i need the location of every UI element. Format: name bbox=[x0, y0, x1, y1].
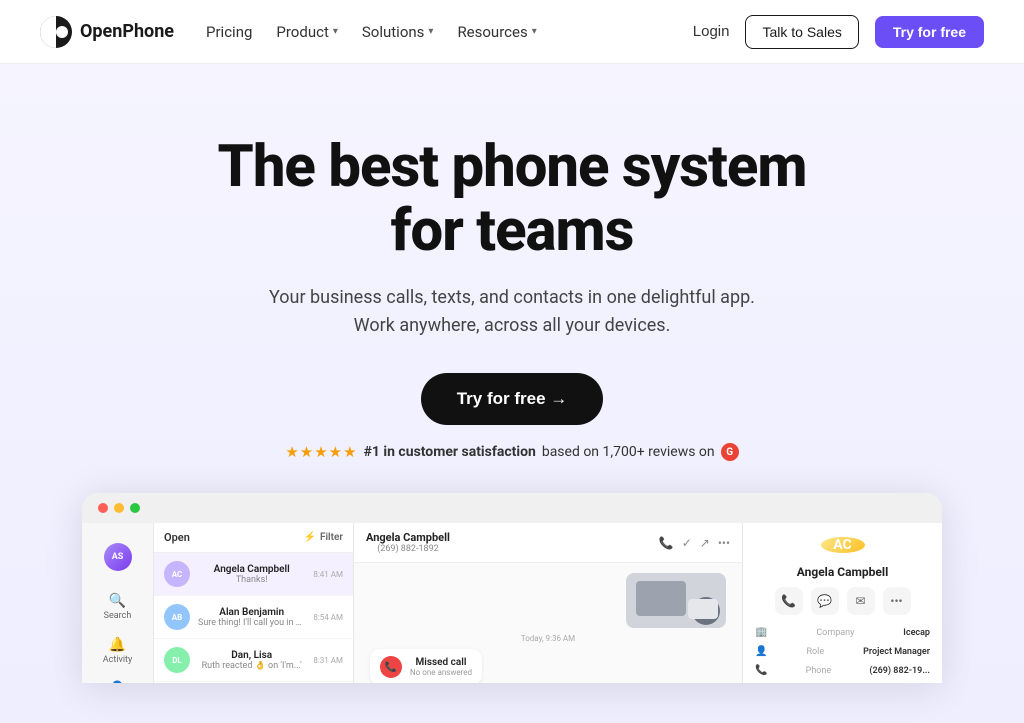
more-icon[interactable]: ••• bbox=[718, 536, 730, 550]
nav-link-resources[interactable]: Resources ▾ bbox=[457, 23, 536, 41]
building-icon: 🏢 bbox=[755, 627, 767, 638]
chat-contact-info: Angela Campbell (269) 882-1892 bbox=[366, 531, 450, 554]
contact-email-button[interactable]: ✉ bbox=[847, 587, 875, 615]
hero-subtext: Your business calls, texts, and contacts… bbox=[262, 284, 762, 342]
navbar: OpenPhone Pricing Product ▾ Solutions ▾ … bbox=[0, 0, 1024, 64]
chat-messages: Today, 9:36 AM 📞 Missed call No one answ… bbox=[354, 563, 742, 683]
conv-content: Dan, Lisa Ruth reacted 👌 on 'I'm...' bbox=[198, 650, 305, 671]
person-icon: 👤 bbox=[109, 681, 126, 683]
nav-link-solutions[interactable]: Solutions ▾ bbox=[362, 23, 434, 41]
conv-status: Open bbox=[164, 531, 190, 544]
chat-image bbox=[626, 573, 726, 628]
chevron-down-icon: ▾ bbox=[333, 26, 338, 37]
contact-action-row: 📞 💬 ✉ ••• bbox=[755, 587, 930, 615]
nav-left: OpenPhone Pricing Product ▾ Solutions ▾ … bbox=[40, 16, 537, 48]
nav-link-pricing[interactable]: Pricing bbox=[206, 23, 252, 41]
missed-call-bubble: 📞 Missed call No one answered bbox=[370, 649, 482, 683]
share-icon[interactable]: ↗ bbox=[700, 536, 710, 550]
sidebar-item-activity[interactable]: 🔔 Activity bbox=[82, 631, 153, 671]
maximize-dot bbox=[130, 503, 140, 513]
chat-header: Angela Campbell (269) 882-1892 📞 ✓ ↗ ••• bbox=[354, 523, 742, 563]
contact-field-company: 🏢 Company Icecap bbox=[755, 627, 930, 638]
contact-more-button[interactable]: ••• bbox=[883, 587, 911, 615]
check-icon[interactable]: ✓ bbox=[682, 536, 692, 550]
minimize-dot bbox=[114, 503, 124, 513]
contact-message-button[interactable]: 💬 bbox=[811, 587, 839, 615]
chat-date: Today, 9:36 AM bbox=[370, 634, 726, 643]
conv-header: Open ⚡ Filter bbox=[154, 523, 353, 553]
phone-icon: 📞 bbox=[755, 665, 767, 676]
bell-icon: 🔔 bbox=[109, 637, 126, 653]
missed-call-text: Missed call No one answered bbox=[410, 657, 472, 677]
conv-content: Angela Campbell Thanks! bbox=[198, 564, 305, 585]
conv-item-3[interactable]: D+ David, Lisa, Matt, Alan Yesterday bbox=[154, 682, 353, 683]
avatar: DL bbox=[164, 647, 190, 673]
conv-item-0[interactable]: AC Angela Campbell Thanks! 8:41 AM bbox=[154, 553, 353, 596]
contact-avatar-large: AC bbox=[821, 537, 865, 553]
hero-headline: The best phone system for teams bbox=[40, 136, 984, 264]
conv-item-2[interactable]: DL Dan, Lisa Ruth reacted 👌 on 'I'm...' … bbox=[154, 639, 353, 682]
contact-detail-panel: AC Angela Campbell 📞 💬 ✉ ••• 🏢 Company I… bbox=[742, 523, 942, 683]
try-for-free-nav-button[interactable]: Try for free bbox=[875, 16, 984, 48]
sidebar-user: AS bbox=[82, 535, 153, 583]
search-icon: 🔍 bbox=[109, 593, 126, 609]
missed-call-icon: 📞 bbox=[380, 656, 402, 678]
nav-link-product[interactable]: Product ▾ bbox=[276, 23, 337, 41]
app-sidebar: AS 🔍 Search 🔔 Activity 👤 Contacts 📊 bbox=[82, 523, 154, 683]
rating-bold-text: #1 in customer satisfaction bbox=[364, 444, 536, 460]
filter-icon: ⚡ bbox=[304, 532, 316, 543]
logo-icon bbox=[40, 16, 72, 48]
person-icon: 👤 bbox=[755, 646, 767, 657]
chevron-down-icon: ▾ bbox=[428, 26, 433, 37]
mockup-body: AS 🔍 Search 🔔 Activity 👤 Contacts 📊 bbox=[82, 523, 942, 683]
nav-right: Login Talk to Sales Try for free bbox=[693, 15, 984, 49]
hero-section: The best phone system for teams Your bus… bbox=[0, 64, 1024, 723]
contact-call-button[interactable]: 📞 bbox=[775, 587, 803, 615]
star-icons: ★★★★★ bbox=[285, 443, 357, 461]
google-g-icon: G bbox=[721, 443, 739, 461]
talk-to-sales-button[interactable]: Talk to Sales bbox=[745, 15, 858, 49]
close-dot bbox=[98, 503, 108, 513]
conv-content: Alan Benjamin Sure thing! I'll call you … bbox=[198, 607, 305, 628]
titlebar bbox=[82, 493, 942, 523]
contact-field-phone: 📞 Phone (269) 882-19... bbox=[755, 665, 930, 676]
conv-item-1[interactable]: AB Alan Benjamin Sure thing! I'll call y… bbox=[154, 596, 353, 639]
conv-filter-btn[interactable]: ⚡ Filter bbox=[304, 532, 344, 543]
login-button[interactable]: Login bbox=[693, 23, 730, 40]
contact-field-role: 👤 Role Project Manager bbox=[755, 646, 930, 657]
hero-cta-button[interactable]: Try for free → bbox=[421, 373, 604, 425]
sidebar-item-search[interactable]: 🔍 Search bbox=[82, 587, 153, 627]
nav-links: Pricing Product ▾ Solutions ▾ Resources … bbox=[206, 23, 537, 41]
chat-action-buttons: 📞 ✓ ↗ ••• bbox=[659, 536, 730, 550]
phone-icon[interactable]: 📞 bbox=[659, 536, 674, 550]
sidebar-item-contacts[interactable]: 👤 Contacts bbox=[82, 675, 153, 683]
rating-row: ★★★★★ #1 in customer satisfaction based … bbox=[40, 443, 984, 461]
chat-area: Angela Campbell (269) 882-1892 📞 ✓ ↗ ••• bbox=[354, 523, 742, 683]
conversations-list: Open ⚡ Filter AC Angela Campbell Thanks!… bbox=[154, 523, 354, 683]
logo[interactable]: OpenPhone bbox=[40, 16, 174, 48]
avatar: AB bbox=[164, 604, 190, 630]
contact-name-large: Angela Campbell bbox=[755, 565, 930, 579]
avatar: AC bbox=[164, 561, 190, 587]
app-mockup: AS 🔍 Search 🔔 Activity 👤 Contacts 📊 bbox=[82, 493, 942, 683]
chevron-down-icon: ▾ bbox=[532, 26, 537, 37]
rating-suffix: based on 1,700+ reviews on bbox=[542, 444, 715, 460]
user-avatar: AS bbox=[104, 543, 132, 571]
brand-name: OpenPhone bbox=[80, 21, 174, 42]
